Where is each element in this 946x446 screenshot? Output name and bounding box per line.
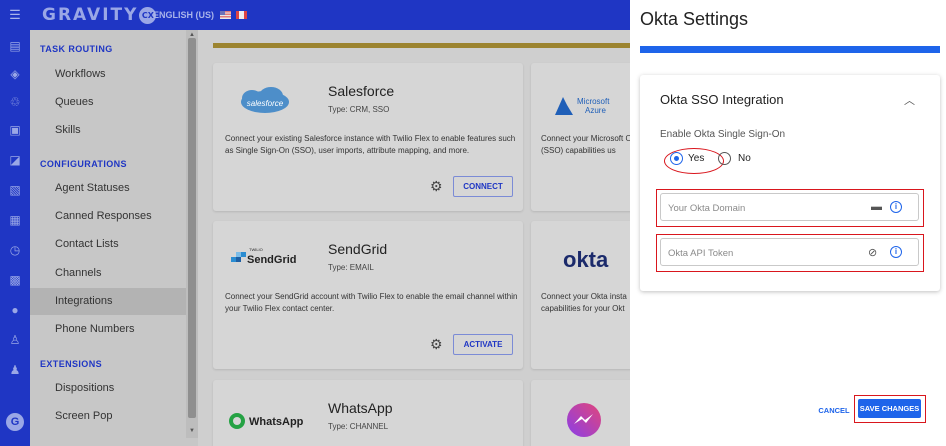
save-changes-button[interactable]: SAVE CHANGES [858, 399, 921, 418]
svg-text:SendGrid: SendGrid [247, 254, 297, 266]
section-title-configurations: CONFIGURATIONS [40, 159, 127, 169]
document-icon[interactable]: ▦ [7, 212, 23, 228]
integrations-icon[interactable]: ● [7, 302, 23, 318]
okta-domain-placeholder: Your Okta Domain [668, 203, 746, 214]
radio-no[interactable] [718, 152, 731, 165]
section-title-task-routing: TASK ROUTING [40, 44, 113, 54]
skills-icon[interactable]: ♲ [7, 94, 23, 110]
svg-text:salesforce: salesforce [247, 99, 284, 108]
card-description: Connect your SendGrid account with Twili… [225, 292, 518, 313]
svg-text:Azure: Azure [585, 106, 606, 115]
sidebar-scrollbar[interactable]: ▲ ▼ [186, 30, 198, 438]
section-title: Okta SSO Integration [660, 92, 784, 107]
agent-status-icon[interactable]: ▣ [7, 122, 23, 138]
card-salesforce: salesforce Salesforce Type: CRM, SSO Con… [213, 63, 523, 211]
radio-no-label: No [738, 153, 751, 164]
radio-yes-label: Yes [688, 153, 705, 164]
card-type: Type: EMAIL [328, 263, 374, 272]
card-messenger [531, 380, 630, 446]
menu-icon[interactable]: ☰ [0, 0, 30, 30]
contact-list-icon[interactable]: ▧ [7, 182, 23, 198]
chevron-up-icon[interactable]: ︿ [904, 92, 915, 108]
sendgrid-logo: TWILIO SendGrid [231, 247, 297, 266]
enable-sso-label: Enable Okta Single Sign-On [660, 129, 786, 140]
team-icon[interactable]: ♟ [7, 362, 23, 378]
okta-settings-panel: Okta Settings Okta SSO Integration ︿ Ena… [630, 0, 946, 446]
card-description: Connect your Okta insta capabilities for… [541, 292, 627, 313]
canned-response-icon[interactable]: ◪ [7, 152, 23, 168]
card-icon: ▬ [871, 201, 882, 213]
sidebar-item-skills[interactable]: Skills [30, 117, 186, 144]
eye-off-icon[interactable]: ⊘ [868, 246, 877, 259]
scroll-down-arrow-icon[interactable]: ▼ [189, 428, 195, 434]
queue-icon[interactable]: ◈ [7, 66, 23, 82]
okta-sso-section: Okta SSO Integration ︿ Enable Okta Singl… [640, 75, 940, 291]
sidebar-item-queues[interactable]: Queues [30, 89, 186, 116]
language-label: ENGLISH (US) [153, 10, 215, 20]
gear-icon[interactable]: ⚙ [430, 178, 443, 195]
scroll-thumb[interactable] [188, 38, 196, 418]
sidebar-item-integrations[interactable]: Integrations [30, 288, 186, 315]
card-title: Salesforce [328, 83, 395, 99]
okta-logo: okta [563, 247, 609, 272]
card-microsoft-azure: Microsoft Azure Connect your Microsoft O… [531, 63, 630, 211]
gravity-logo-icon: G [6, 413, 24, 431]
integrations-content: salesforce Salesforce Type: CRM, SSO Con… [198, 30, 630, 446]
salesforce-logo: salesforce [241, 87, 289, 113]
top-bar: GRAVITY CX ENGLISH (US) [30, 0, 630, 30]
card-title: WhatsApp [328, 400, 393, 416]
card-description: Connect your existing Salesforce instanc… [225, 134, 516, 155]
messenger-icon [567, 403, 601, 437]
panel-title: Okta Settings [640, 9, 749, 29]
card-whatsapp: WhatsApp WhatsApp Type: CHANNEL [213, 380, 523, 446]
token-highlight-box: Okta API Token ⊘ i [656, 234, 924, 272]
okta-api-token-field[interactable]: Okta API Token ⊘ i [660, 238, 919, 266]
sidebar-item-canned-responses[interactable]: Canned Responses [30, 203, 186, 230]
sidebar-item-channels[interactable]: Channels [30, 260, 186, 287]
radio-yes[interactable] [670, 152, 683, 165]
app-window: ☰ ▤ ◈ ♲ ▣ ◪ ▧ ▦ ◷ ▩ ● ♙ ♟ G GRAVITY CX EN… [0, 0, 946, 446]
card-type: Type: CHANNEL [328, 422, 389, 431]
user-icon[interactable]: ♙ [7, 332, 23, 348]
svg-text:Microsoft: Microsoft [577, 97, 610, 106]
language-selector[interactable]: ENGLISH (US) [153, 10, 248, 20]
card-description: Connect your Microsoft On (SSO) capabili… [541, 134, 630, 155]
us-flag-icon [219, 11, 231, 19]
okta-domain-field[interactable]: Your Okta Domain ▬ i [660, 193, 919, 221]
save-highlight-box: SAVE CHANGES [854, 395, 926, 423]
whatsapp-logo: WhatsApp [229, 413, 303, 429]
card-title: SendGrid [328, 241, 388, 257]
gear-icon[interactable]: ⚙ [430, 336, 443, 353]
cancel-button[interactable]: CANCEL [815, 402, 853, 420]
sidebar-item-workflows[interactable]: Workflows [30, 61, 186, 88]
progress-bar [213, 43, 630, 48]
card-sendgrid: TWILIO SendGrid SendGrid Type: EMAIL Con… [213, 221, 523, 369]
brand-logo: GRAVITY CX [42, 5, 157, 25]
okta-api-token-placeholder: Okta API Token [668, 248, 734, 259]
svg-text:TWILIO: TWILIO [249, 247, 263, 252]
card-okta: okta Connect your Okta insta capabilitie… [531, 221, 630, 369]
canada-flag-icon [236, 11, 248, 19]
sidebar-item-dispositions[interactable]: Dispositions [30, 375, 186, 402]
azure-logo: Microsoft Azure [555, 97, 610, 115]
info-icon[interactable]: i [890, 246, 902, 258]
connect-button[interactable]: CONNECT [453, 176, 513, 197]
card-type: Type: CRM, SSO [328, 105, 390, 114]
panel-accent-bar [640, 46, 940, 53]
sidebar-item-contact-lists[interactable]: Contact Lists [30, 231, 186, 258]
info-icon[interactable]: i [890, 201, 902, 213]
sidebar-item-screen-pop[interactable]: Screen Pop [30, 403, 186, 430]
sidebar-item-phone-numbers[interactable]: Phone Numbers [30, 316, 186, 343]
sidebar-item-agent-statuses[interactable]: Agent Statuses [30, 175, 186, 202]
workflow-icon[interactable]: ▤ [7, 38, 23, 54]
icon-rail: ☰ ▤ ◈ ♲ ▣ ◪ ▧ ▦ ◷ ▩ ● ♙ ♟ G [0, 0, 30, 446]
sidebar: TASK ROUTING Workflows Queues Skills CON… [30, 30, 198, 446]
channel-icon[interactable]: ▩ [7, 272, 23, 288]
svg-text:WhatsApp: WhatsApp [249, 416, 303, 428]
domain-highlight-box: Your Okta Domain ▬ i [656, 189, 924, 227]
history-icon[interactable]: ◷ [7, 242, 23, 258]
activate-button[interactable]: ACTIVATE [453, 334, 513, 355]
section-title-extensions: EXTENSIONS [40, 359, 103, 369]
